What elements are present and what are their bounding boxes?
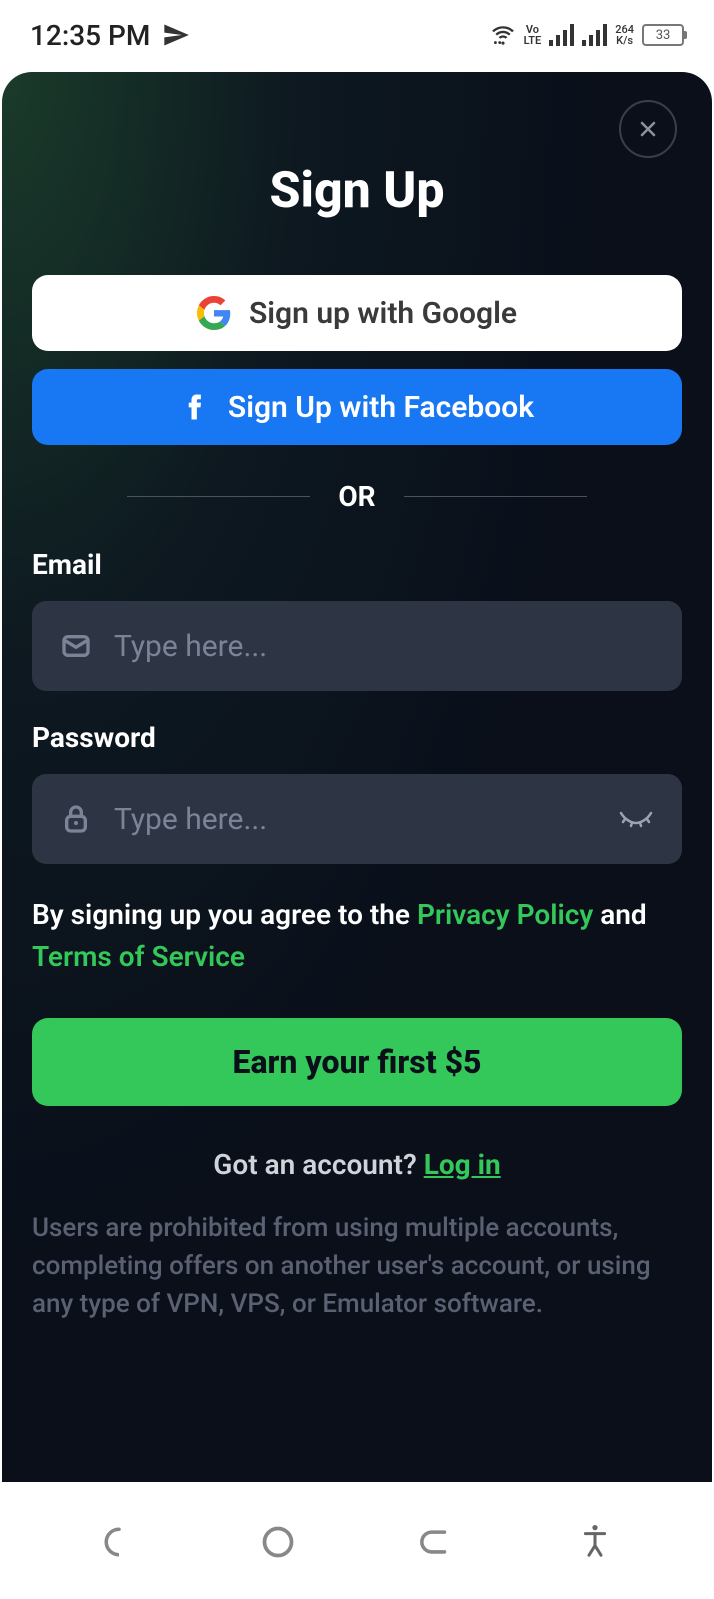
system-nav-bar bbox=[0, 1484, 714, 1599]
recent-icon bbox=[102, 1525, 136, 1559]
wifi-icon bbox=[490, 22, 516, 48]
email-input[interactable] bbox=[114, 629, 654, 664]
back-icon bbox=[417, 1525, 455, 1559]
password-label: Password bbox=[32, 721, 682, 754]
accessibility-icon bbox=[580, 1524, 610, 1560]
facebook-button-label: Sign Up with Facebook bbox=[228, 390, 534, 425]
email-input-wrapper[interactable] bbox=[32, 601, 682, 691]
nav-home-button[interactable] bbox=[253, 1517, 303, 1567]
google-button-label: Sign up with Google bbox=[249, 296, 517, 331]
nav-back-button[interactable] bbox=[411, 1517, 461, 1567]
signup-card: Sign Up Sign up with Google Sign Up with… bbox=[2, 72, 712, 1482]
status-right: Vo LTE 264 K/s 33 bbox=[490, 22, 684, 48]
divider-line-right bbox=[404, 496, 587, 497]
divider-line-left bbox=[127, 496, 310, 497]
lte-indicator: Vo LTE bbox=[524, 24, 542, 46]
divider: OR bbox=[127, 480, 587, 513]
close-icon bbox=[636, 117, 660, 141]
signal-icon-2 bbox=[582, 24, 607, 46]
nav-accessibility-button[interactable] bbox=[570, 1517, 620, 1567]
google-icon bbox=[197, 296, 231, 330]
terms-of-service-link[interactable]: Terms of Service bbox=[32, 940, 245, 973]
password-input-wrapper[interactable] bbox=[32, 774, 682, 864]
login-link[interactable]: Log in bbox=[424, 1148, 501, 1181]
facebook-icon bbox=[180, 392, 210, 422]
divider-text: OR bbox=[338, 480, 375, 513]
password-input[interactable] bbox=[114, 802, 596, 837]
facebook-signup-button[interactable]: Sign Up with Facebook bbox=[32, 369, 682, 445]
agreement-text: By signing up you agree to the Privacy P… bbox=[32, 894, 682, 978]
nav-recent-button[interactable] bbox=[94, 1517, 144, 1567]
lock-icon bbox=[60, 803, 92, 835]
status-bar: 12:35 PM Vo LTE 264 K/s 33 bbox=[0, 0, 714, 70]
mail-icon bbox=[60, 630, 92, 662]
eye-closed-icon[interactable] bbox=[618, 807, 654, 831]
disclaimer-text: Users are prohibited from using multiple… bbox=[32, 1209, 682, 1323]
send-icon bbox=[162, 21, 190, 49]
battery-icon: 33 bbox=[642, 24, 684, 46]
privacy-policy-link[interactable]: Privacy Policy bbox=[417, 898, 593, 931]
page-title: Sign Up bbox=[32, 162, 682, 220]
status-time: 12:35 PM bbox=[30, 19, 150, 52]
email-label: Email bbox=[32, 548, 682, 581]
signal-icon-1 bbox=[549, 24, 574, 46]
earn-button[interactable]: Earn your first $5 bbox=[32, 1018, 682, 1106]
network-speed: 264 K/s bbox=[615, 24, 634, 46]
login-prompt: Got an account? Log in bbox=[32, 1148, 682, 1181]
status-left: 12:35 PM bbox=[30, 19, 190, 52]
close-button[interactable] bbox=[619, 100, 677, 158]
google-signup-button[interactable]: Sign up with Google bbox=[32, 275, 682, 351]
home-circle-icon bbox=[260, 1524, 296, 1560]
